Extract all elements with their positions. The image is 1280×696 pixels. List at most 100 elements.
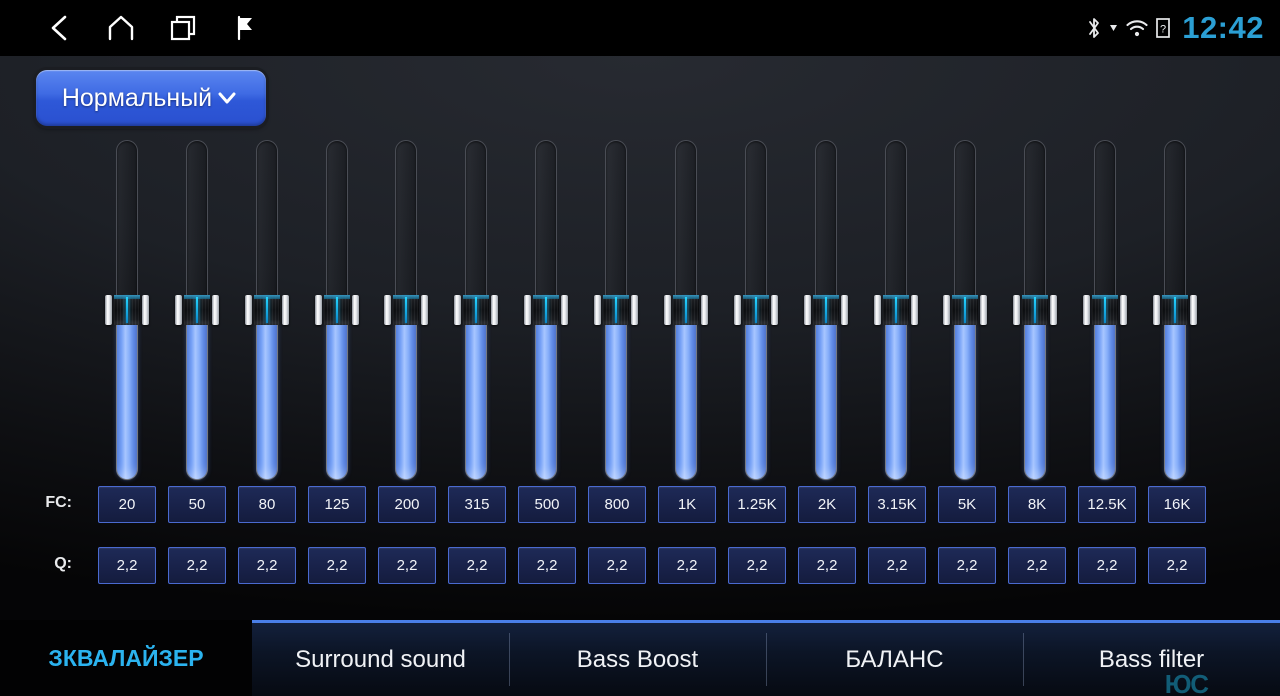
q-value-box[interactable]: 2,2 bbox=[518, 547, 576, 584]
eq-slider-fill bbox=[255, 325, 278, 480]
eq-slider-fill bbox=[884, 325, 907, 480]
eq-slider-fill bbox=[674, 325, 697, 480]
system-status-icons: ? 12:42 bbox=[1086, 0, 1264, 56]
preset-dropdown-button[interactable]: Нормальный bbox=[36, 70, 266, 126]
eq-slider[interactable] bbox=[308, 140, 366, 480]
fc-value-box[interactable]: 16K bbox=[1148, 486, 1206, 523]
fc-value-box[interactable]: 800 bbox=[588, 486, 646, 523]
q-value-box[interactable]: 2,2 bbox=[308, 547, 366, 584]
fc-value-box[interactable]: 125 bbox=[308, 486, 366, 523]
fc-value-box[interactable]: 50 bbox=[168, 486, 226, 523]
tab-item[interactable]: Surround sound bbox=[252, 620, 509, 696]
eq-slider-thumb[interactable] bbox=[1083, 295, 1128, 325]
back-icon[interactable] bbox=[28, 0, 90, 56]
eq-slider-fill bbox=[185, 325, 208, 480]
bottom-tab-bar: ЗКВАЛАЙЗЕР Surround sound Bass Boost БАЛАНС… bbox=[0, 620, 1280, 696]
preset-label: Нормальный bbox=[61, 83, 213, 112]
q-value-box[interactable]: 2,2 bbox=[1078, 547, 1136, 584]
tab-item[interactable]: Bass Boost bbox=[509, 620, 766, 696]
fc-value-box[interactable]: 80 bbox=[238, 486, 296, 523]
eq-slider-fill bbox=[1164, 325, 1187, 480]
bluetooth-icon bbox=[1086, 16, 1102, 40]
q-value-box[interactable]: 2,2 bbox=[658, 547, 716, 584]
eq-slider[interactable] bbox=[657, 140, 715, 480]
eq-slider[interactable] bbox=[168, 140, 226, 480]
q-value-box[interactable]: 2,2 bbox=[168, 547, 226, 584]
q-value-box[interactable]: 2,2 bbox=[1008, 547, 1066, 584]
eq-slider-fill bbox=[1094, 325, 1117, 480]
eq-slider[interactable] bbox=[727, 140, 785, 480]
eq-slider[interactable] bbox=[1076, 140, 1134, 480]
fc-value-box[interactable]: 5K bbox=[938, 486, 996, 523]
fc-value-box[interactable]: 1.25K bbox=[728, 486, 786, 523]
flag-icon[interactable] bbox=[214, 0, 276, 56]
eq-slider-fill bbox=[744, 325, 767, 480]
fc-value-box[interactable]: 20 bbox=[98, 486, 156, 523]
q-value-box[interactable]: 2,2 bbox=[728, 547, 786, 584]
eq-slider[interactable] bbox=[378, 140, 436, 480]
navigation-buttons bbox=[0, 0, 276, 56]
q-value-box[interactable]: 2,2 bbox=[588, 547, 646, 584]
fc-value-row: 20 50 80 125 200 315 500 800 1K 1.25K 2K 3.15K 5K 8K 1… bbox=[98, 486, 1206, 523]
chevron-down-icon bbox=[214, 85, 240, 111]
fc-value-box[interactable]: 2K bbox=[798, 486, 856, 523]
eq-slider-thumb[interactable] bbox=[1013, 295, 1058, 325]
tab-item[interactable]: БАЛАНС bbox=[766, 620, 1023, 696]
fc-row-label: FC: bbox=[45, 494, 72, 511]
status-clock: 12:42 bbox=[1182, 10, 1264, 45]
fc-value-box[interactable]: 500 bbox=[518, 486, 576, 523]
q-value-box[interactable]: 2,2 bbox=[868, 547, 926, 584]
eq-slider-fill bbox=[465, 325, 488, 480]
fc-value-box[interactable]: 200 bbox=[378, 486, 436, 523]
tab-item[interactable]: Bass filter bbox=[1023, 620, 1280, 696]
fc-value-box[interactable]: 12.5K bbox=[1078, 486, 1136, 523]
eq-slider-thumb[interactable] bbox=[244, 295, 289, 325]
eq-slider-thumb[interactable] bbox=[803, 295, 848, 325]
sim-unknown-icon: ? bbox=[1156, 18, 1171, 38]
eq-slider-thumb[interactable] bbox=[943, 295, 988, 325]
q-value-box[interactable]: 2,2 bbox=[448, 547, 506, 584]
eq-slider[interactable] bbox=[587, 140, 645, 480]
eq-slider-thumb[interactable] bbox=[174, 295, 219, 325]
eq-slider[interactable] bbox=[1006, 140, 1064, 480]
fc-value-box[interactable]: 1K bbox=[658, 486, 716, 523]
eq-slider[interactable] bbox=[1146, 140, 1204, 480]
eq-slider-thumb[interactable] bbox=[873, 295, 918, 325]
eq-slider-fill bbox=[395, 325, 418, 480]
q-value-box[interactable]: 2,2 bbox=[938, 547, 996, 584]
eq-slider-thumb[interactable] bbox=[104, 295, 149, 325]
eq-slider[interactable] bbox=[937, 140, 995, 480]
svg-text:?: ? bbox=[1160, 24, 1166, 36]
equalizer-panel: Нормальный FC: 20 50 80 125 200 315 500 800 1K 1.… bbox=[0, 56, 1280, 620]
eq-slider-thumb[interactable] bbox=[733, 295, 778, 325]
home-icon[interactable] bbox=[90, 0, 152, 56]
eq-slider[interactable] bbox=[517, 140, 575, 480]
eq-slider-thumb[interactable] bbox=[1153, 295, 1198, 325]
q-value-box[interactable]: 2,2 bbox=[1148, 547, 1206, 584]
q-value-box[interactable]: 2,2 bbox=[798, 547, 856, 584]
wifi-icon bbox=[1125, 18, 1149, 38]
fc-value-box[interactable]: 3.15K bbox=[868, 486, 926, 523]
eq-slider-thumb[interactable] bbox=[594, 295, 639, 325]
eq-slider[interactable] bbox=[238, 140, 296, 480]
eq-slider-thumb[interactable] bbox=[384, 295, 429, 325]
eq-slider-thumb[interactable] bbox=[314, 295, 359, 325]
fc-value-box[interactable]: 315 bbox=[448, 486, 506, 523]
q-value-box[interactable]: 2,2 bbox=[98, 547, 156, 584]
eq-slider-fill bbox=[1024, 325, 1047, 480]
q-value-box[interactable]: 2,2 bbox=[378, 547, 436, 584]
eq-slider-thumb[interactable] bbox=[524, 295, 569, 325]
tab-active[interactable]: ЗКВАЛАЙЗЕР bbox=[0, 620, 252, 696]
fc-value-box[interactable]: 8K bbox=[1008, 486, 1066, 523]
eq-slider[interactable] bbox=[447, 140, 505, 480]
eq-slider-thumb[interactable] bbox=[663, 295, 708, 325]
eq-slider-thumb[interactable] bbox=[454, 295, 499, 325]
q-value-box[interactable]: 2,2 bbox=[238, 547, 296, 584]
preset-selector-wrap: Нормальный bbox=[36, 70, 266, 126]
eq-slider[interactable] bbox=[98, 140, 156, 480]
eq-slider[interactable] bbox=[797, 140, 855, 480]
recents-icon[interactable] bbox=[152, 0, 214, 56]
eq-slider-fill bbox=[535, 325, 558, 480]
eq-slider-fill bbox=[325, 325, 348, 480]
eq-slider[interactable] bbox=[867, 140, 925, 480]
